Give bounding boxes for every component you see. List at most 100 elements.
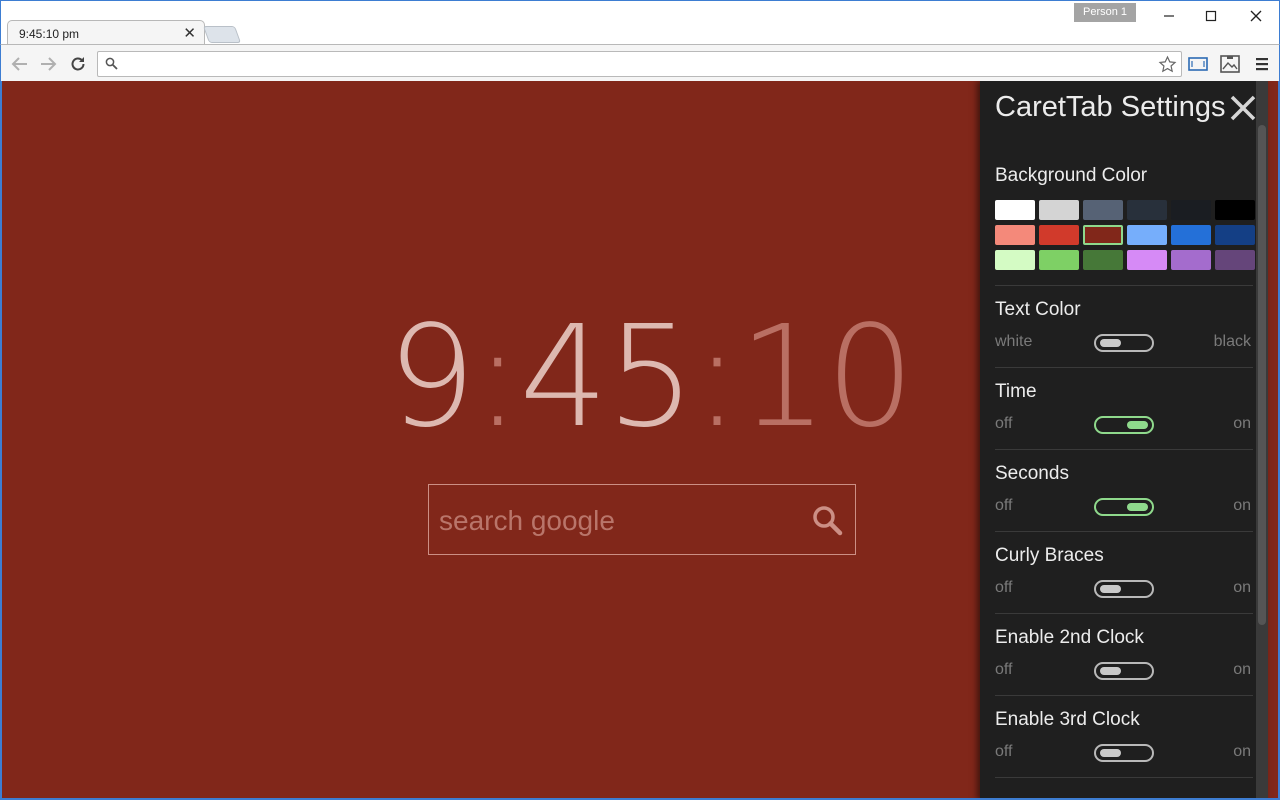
toggle-knob — [1100, 585, 1121, 593]
address-input[interactable] — [126, 55, 1146, 73]
minimize-button[interactable] — [1147, 3, 1191, 29]
divider — [995, 449, 1253, 450]
color-swatch[interactable] — [995, 200, 1035, 220]
color-swatch[interactable] — [1215, 225, 1255, 245]
close-window-button[interactable] — [1234, 3, 1278, 29]
divider — [995, 695, 1253, 696]
option-left-label: off — [995, 415, 1013, 432]
browser-titlebar: 9:45:10 pm ✕ Person 1 — [0, 0, 1280, 46]
back-arrow-icon — [11, 57, 27, 71]
toggle-switch[interactable] — [1094, 416, 1154, 434]
search-icon — [105, 57, 118, 75]
color-swatch[interactable] — [1215, 200, 1255, 220]
option-label: Enable 2nd Clock — [995, 627, 1144, 648]
close-icon — [1230, 95, 1256, 121]
tab-close-icon[interactable]: ✕ — [183, 24, 196, 42]
search-submit-button[interactable] — [810, 503, 844, 537]
search-icon — [813, 506, 843, 536]
option-left-label: off — [995, 497, 1013, 514]
option-right-label: on — [1233, 579, 1251, 596]
color-swatch[interactable] — [995, 250, 1035, 270]
option-right-label: on — [1233, 661, 1251, 678]
option-right-label: on — [1233, 743, 1251, 760]
option-label: Seconds — [995, 463, 1069, 484]
tab-title: 9:45:10 pm — [19, 27, 80, 41]
reload-icon — [71, 57, 85, 71]
forward-arrow-icon — [41, 57, 57, 71]
clock-minutes: 45 — [519, 296, 695, 459]
divider — [995, 777, 1253, 778]
toggle-switch[interactable] — [1094, 744, 1154, 762]
clock-seconds: 10 — [738, 296, 915, 459]
toggle-knob — [1127, 503, 1148, 511]
toggle-knob — [1100, 339, 1121, 347]
maximize-button[interactable] — [1189, 3, 1233, 29]
color-swatch[interactable] — [1127, 225, 1167, 245]
color-swatch[interactable] — [1127, 200, 1167, 220]
clock-hours: 9 — [387, 296, 476, 459]
bookmark-star-icon[interactable] — [1158, 55, 1177, 79]
option-right-label: on — [1233, 497, 1251, 514]
extension-button[interactable] — [1219, 54, 1241, 74]
google-search-input[interactable] — [439, 501, 789, 541]
toggle-switch[interactable] — [1094, 662, 1154, 680]
color-swatch[interactable] — [1083, 250, 1123, 270]
menu-button[interactable] — [1251, 54, 1273, 74]
divider — [995, 367, 1253, 368]
color-swatch[interactable] — [1171, 225, 1211, 245]
option-left-label: off — [995, 661, 1013, 678]
scrollbar-thumb[interactable] — [1258, 125, 1266, 625]
option-label: Curly Braces — [995, 545, 1104, 566]
background-color-label: Background Color — [995, 165, 1148, 186]
color-swatch[interactable] — [1171, 200, 1211, 220]
divider — [995, 531, 1253, 532]
reload-button[interactable] — [68, 54, 88, 74]
new-tab-page: 9:45:10 CaretTab Settings Background Col… — [0, 81, 1280, 800]
color-swatch-grid — [995, 200, 1257, 270]
hamburger-menu-icon — [1256, 58, 1268, 71]
option-right-label: black — [1213, 333, 1251, 350]
clock-colon: : — [693, 296, 740, 459]
panel-scrollbar[interactable] — [1256, 81, 1268, 798]
close-icon — [1250, 10, 1262, 22]
close-settings-button[interactable] — [1226, 91, 1260, 125]
option-right-label: on — [1233, 415, 1251, 432]
screen-capture-icon — [1188, 57, 1208, 71]
toggle-switch[interactable] — [1094, 580, 1154, 598]
toggle-knob — [1100, 667, 1121, 675]
color-swatch[interactable] — [1039, 200, 1079, 220]
maximize-icon — [1205, 10, 1217, 22]
profile-button[interactable]: Person 1 — [1074, 3, 1136, 22]
option-left-label: off — [995, 579, 1013, 596]
option-left-label: off — [995, 743, 1013, 760]
address-bar[interactable] — [97, 51, 1182, 77]
option-label: Text Color — [995, 299, 1081, 320]
color-swatch[interactable] — [995, 225, 1035, 245]
new-tab-button[interactable] — [202, 26, 242, 43]
toggle-switch[interactable] — [1094, 334, 1154, 352]
settings-panel: CaretTab Settings Background Color Text … — [980, 81, 1268, 798]
browser-toolbar — [0, 44, 1280, 81]
toggle-switch[interactable] — [1094, 498, 1154, 516]
color-swatch[interactable] — [1039, 225, 1079, 245]
image-extension-icon — [1220, 55, 1240, 73]
color-swatch[interactable] — [1127, 250, 1167, 270]
color-swatch[interactable] — [1039, 250, 1079, 270]
color-swatch[interactable] — [1215, 250, 1255, 270]
google-search-box — [428, 484, 856, 555]
option-left-label: white — [995, 333, 1033, 350]
color-swatch[interactable] — [1171, 250, 1211, 270]
color-swatch[interactable] — [1083, 200, 1123, 220]
browser-tab[interactable]: 9:45:10 pm ✕ — [7, 20, 205, 46]
divider — [995, 613, 1253, 614]
divider — [995, 285, 1253, 286]
back-button[interactable] — [10, 54, 30, 74]
color-swatch[interactable] — [1083, 225, 1123, 245]
forward-button[interactable] — [38, 54, 58, 74]
panel-title: CaretTab Settings — [995, 91, 1226, 123]
minimize-icon — [1164, 15, 1174, 17]
cast-button[interactable] — [1187, 54, 1209, 74]
toggle-knob — [1127, 421, 1148, 429]
toggle-knob — [1100, 749, 1121, 757]
clock-colon: : — [474, 296, 521, 459]
